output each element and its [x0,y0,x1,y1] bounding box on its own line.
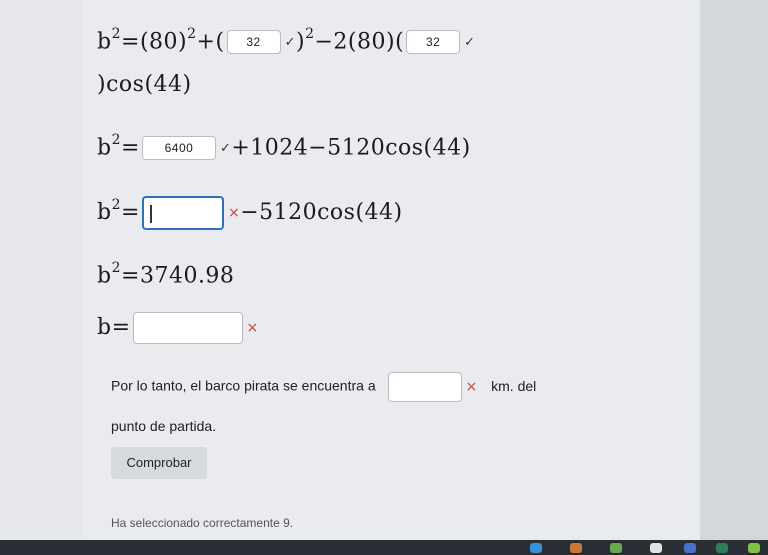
feedback-message: Ha seleccionado correctamente 9. [111,516,294,530]
lhs-variable: b [97,263,112,289]
equation-line-2: b2= 6400 ✓+1024−5120cos(44) [97,132,471,161]
equation-line-4: b2=3740.98 [97,260,235,289]
right-margin [700,0,768,540]
answer-input-distance[interactable] [387,372,462,402]
lhs-variable: b [97,135,112,161]
lhs-exponent: 2 [111,260,122,276]
expr-part: )cos(44) [97,72,192,97]
lhs-variable: b [97,315,112,340]
check-button[interactable]: Comprobar [111,447,207,479]
expr-part: =(80) [121,29,188,55]
taskbar-app-icon[interactable] [610,543,622,553]
expr-part: +( [196,29,225,55]
answer-input-sum[interactable] [141,196,224,230]
text-cursor [149,204,152,223]
left-margin [0,0,82,555]
expr-part: −2(80)( [314,29,405,55]
equation-line-1: b2=(80)2+(32 ✓)2−2(80)(32 ✓ [97,26,476,55]
equation-line-1-continued: )cos(44) [97,72,192,97]
equation-line-5: b= × [97,312,259,344]
check-icon: ✓ [464,34,476,50]
cross-icon: × [465,379,478,395]
check-icon: ✓ [219,140,232,156]
sentence-text: Por lo tanto, el barco pirata se encuent… [111,377,376,394]
lhs-exponent: 2 [111,26,122,42]
lhs-variable: b [97,200,112,225]
answer-input-side-a[interactable]: 32 [226,30,281,55]
expr-part: +1024−5120cos(44) [231,135,471,161]
exponent: 2 [187,26,197,42]
equals-sign: = [121,200,140,225]
taskbar-app-icon[interactable] [650,543,662,553]
lhs-variable: b [97,29,112,55]
lhs-exponent: 2 [111,196,122,213]
answer-input-square[interactable]: 6400 [141,136,216,161]
expr-part: −5120cos(44) [240,200,403,225]
taskbar-app-icon[interactable] [570,543,582,553]
answer-input-side-a-2[interactable]: 32 [406,30,461,55]
lhs-exponent: 2 [111,132,122,148]
cross-icon: × [227,205,241,221]
check-icon: ✓ [284,34,296,50]
answer-input-b[interactable] [132,312,243,344]
equals-sign: = [121,135,140,161]
cross-icon: × [246,320,259,336]
equation-line-3: b2= ×−5120cos(44) [97,196,403,230]
equals-sign: = [111,315,131,340]
taskbar-app-icon[interactable] [716,543,728,553]
exponent: 2 [305,26,315,42]
unit-text: km. del [491,377,537,394]
expr-part: =3740.98 [121,263,235,289]
taskbar-app-icon[interactable] [748,543,760,553]
expr-part: ) [295,29,306,55]
conclusion-sentence-line-2: punto de partida. [111,418,217,434]
conclusion-sentence: Por lo tanto, el barco pirata se encuent… [111,372,536,402]
taskbar-app-icon[interactable] [684,543,696,553]
taskbar-app-icon[interactable] [530,543,542,553]
